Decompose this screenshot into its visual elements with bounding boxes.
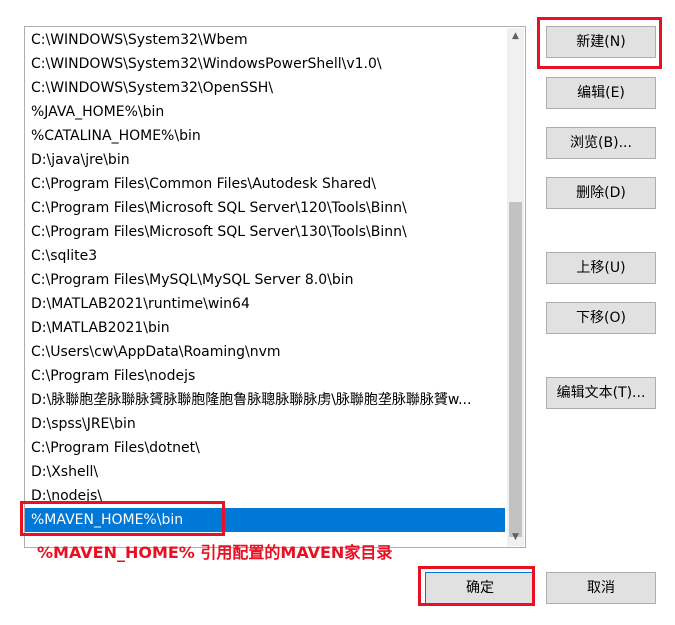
path-list-item[interactable]: C:\sqlite3 [25, 244, 505, 268]
vertical-scrollbar[interactable]: ▲ ▼ [507, 28, 524, 546]
browse-button[interactable]: 浏览(B)... [546, 127, 656, 159]
path-list-item[interactable]: C:\Program Files\Microsoft SQL Server\12… [25, 196, 505, 220]
path-list-item[interactable]: C:\Users\cw\AppData\Roaming\nvm [25, 340, 505, 364]
scroll-up-arrow-icon[interactable]: ▲ [507, 28, 524, 45]
scroll-thumb[interactable] [509, 202, 522, 537]
move-up-button[interactable]: 上移(U) [546, 252, 656, 284]
path-list-item[interactable]: C:\WINDOWS\System32\Wbem [25, 28, 505, 52]
path-list-item[interactable]: C:\Program Files\nodejs [25, 364, 505, 388]
path-list-item[interactable]: D:\脉聯胞垄脉聯脉贇脉聯胞隆胞鲁脉聰脉聯脉虏\脉聯胞垄脉聯脉贇w... [25, 388, 505, 412]
annotation-text: %MAVEN_HOME% 引用配置的MAVEN家目录 [37, 543, 393, 562]
path-list-item[interactable]: C:\Program Files\Common Files\Autodesk S… [25, 172, 505, 196]
path-list-item[interactable]: D:\java\jre\bin [25, 148, 505, 172]
edit-button[interactable]: 编辑(E) [546, 77, 656, 109]
scroll-down-arrow-icon[interactable]: ▼ [507, 529, 524, 546]
new-button-highlight [537, 17, 662, 69]
delete-button[interactable]: 删除(D) [546, 177, 656, 209]
path-list-item[interactable]: %CATALINA_HOME%\bin [25, 124, 505, 148]
path-list[interactable]: C:\WINDOWS\System32\Wbem C:\WINDOWS\Syste… [25, 28, 505, 532]
cancel-button[interactable]: 取消 [546, 572, 656, 604]
path-list-item[interactable]: C:\WINDOWS\System32\WindowsPowerShell\v1… [25, 52, 505, 76]
edit-text-button[interactable]: 编辑文本(T)... [546, 377, 656, 409]
path-list-item[interactable]: D:\MATLAB2021\runtime\win64 [25, 292, 505, 316]
path-list-item[interactable]: C:\Program Files\dotnet\ [25, 436, 505, 460]
path-list-item[interactable]: C:\WINDOWS\System32\OpenSSH\ [25, 76, 505, 100]
path-list-item[interactable]: D:\spss\JRE\bin [25, 412, 505, 436]
path-list-item[interactable]: C:\Program Files\MySQL\MySQL Server 8.0\… [25, 268, 505, 292]
path-listbox[interactable]: C:\WINDOWS\System32\Wbem C:\WINDOWS\Syste… [24, 26, 526, 548]
path-list-item[interactable]: C:\Program Files\Microsoft SQL Server\13… [25, 220, 505, 244]
move-down-button[interactable]: 下移(O) [546, 302, 656, 334]
ok-button-highlight [418, 566, 535, 606]
path-list-item[interactable]: %JAVA_HOME%\bin [25, 100, 505, 124]
maven-entry-highlight [20, 501, 225, 536]
path-list-item[interactable]: D:\Xshell\ [25, 460, 505, 484]
path-list-item[interactable]: D:\MATLAB2021\bin [25, 316, 505, 340]
